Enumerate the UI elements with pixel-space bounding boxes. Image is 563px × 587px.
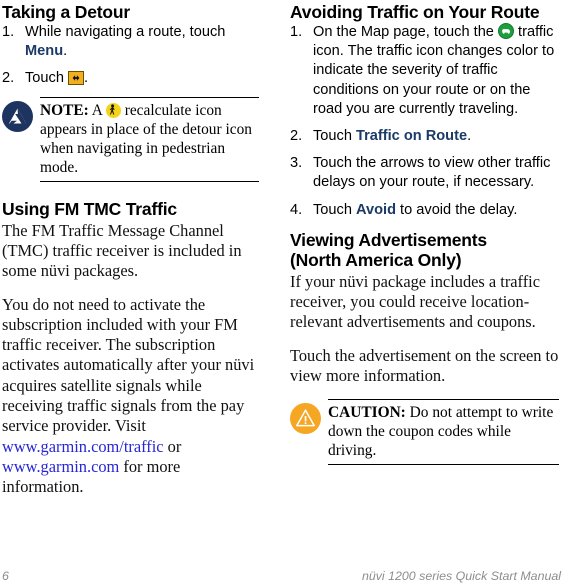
step-text-before: On the Map page, touch the [313, 24, 498, 40]
note-icon-wrap [2, 97, 40, 132]
page-footer: 6 nüvi 1200 series Quick Start Manual [0, 569, 563, 583]
fm-tmc-paragraph-1: The FM Traffic Message Channel (TMC) tra… [2, 220, 242, 281]
step-text: On the Map page, touch the traffic icon.… [313, 23, 559, 119]
left-column: Taking a Detour 1. While navigating a ro… [0, 0, 267, 510]
two-column-layout: Taking a Detour 1. While navigating a ro… [0, 0, 563, 510]
note-text-before: A [88, 101, 106, 119]
note-callout: NOTE: A recalculate icon appears in plac… [2, 96, 259, 182]
fm-tmc-paragraph-2: You do not need to activate the subscrip… [2, 295, 259, 498]
step-text: Touch Avoid to avoid the delay. [313, 201, 559, 220]
step-text-after: . [84, 70, 89, 87]
detour-icon [68, 71, 84, 86]
advertisements-paragraph-1: If your nüvi package includes a traffic … [290, 271, 541, 332]
step-text: Touch the arrows to view other traffic d… [313, 155, 551, 191]
step-text-after: to avoid the delay. [396, 201, 518, 218]
caution-icon [290, 403, 321, 435]
section-heading-avoiding-traffic: Avoiding Traffic on Your Route [290, 2, 540, 22]
section-heading-viewing-advertisements: Viewing Advertisements (North America Onl… [290, 230, 559, 270]
manual-title-footer: nüvi 1200 series Quick Start Manual [361, 569, 561, 583]
step-number: 4. [290, 201, 303, 218]
caution-text-block: CAUTION: Do not attempt to write down th… [328, 399, 559, 466]
step-text-before: Touch [313, 128, 356, 145]
garmin-note-icon [2, 100, 33, 132]
step-text-after: . [467, 128, 472, 145]
right-column: Avoiding Traffic on Your Route 1. On the… [290, 0, 561, 510]
caution-icon-wrap [290, 399, 328, 435]
list-item: 2. Touch . [2, 69, 259, 88]
list-item: 1. While navigating a route, touch Menu. [2, 23, 259, 61]
link-garmin-com[interactable]: www.garmin.com [2, 457, 119, 476]
step-text: Touch . [25, 69, 259, 88]
section-heading-taking-a-detour: Taking a Detour [2, 2, 130, 22]
traffic-icon [497, 23, 514, 39]
section-heading-using-fm-tmc-traffic: Using FM TMC Traffic [2, 198, 177, 219]
manual-page: Taking a Detour 1. While navigating a ro… [0, 0, 563, 587]
note-label: NOTE: [40, 101, 89, 119]
pedestrian-icon [105, 102, 121, 118]
step-text-after: . [63, 43, 68, 60]
caution-callout: CAUTION: Do not attempt to write down th… [290, 399, 559, 466]
step-number: 2. [290, 128, 303, 145]
link-garmin-traffic[interactable]: www.garmin.com/traffic [2, 437, 164, 456]
step-number: 2. [2, 70, 15, 87]
avoid-traffic-steps-list: 1. On the Map page, touch the traffic ic… [290, 23, 559, 220]
ui-term-menu: Menu [25, 43, 64, 60]
list-item: 3. Touch the arrows to view other traffi… [290, 154, 559, 192]
step-text: While navigating a route, touch Menu. [25, 23, 259, 61]
ui-term-traffic-on-route: Traffic on Route [356, 128, 468, 145]
step-text-before: Touch [313, 201, 356, 218]
step-number: 3. [290, 155, 303, 172]
list-item: 4. Touch Avoid to avoid the delay. [290, 201, 559, 220]
step-text-before: While navigating a route, touch [25, 24, 226, 40]
ui-term-avoid: Avoid [356, 201, 396, 218]
heading-line-1: Viewing Advertisements [290, 229, 487, 250]
step-text-before: Touch [25, 70, 68, 87]
advertisements-paragraph-2: Touch the advertisement on the screen to… [290, 345, 559, 386]
page-number: 6 [2, 569, 9, 583]
detour-steps-list: 1. While navigating a route, touch Menu.… [2, 23, 259, 89]
note-text-block: NOTE: A recalculate icon appears in plac… [40, 96, 259, 182]
step-text: Touch Traffic on Route. [313, 127, 559, 146]
step-number: 1. [2, 24, 15, 40]
list-item: 2. Touch Traffic on Route. [290, 127, 559, 146]
caution-label: CAUTION: [328, 404, 406, 422]
list-item: 1. On the Map page, touch the traffic ic… [290, 23, 559, 119]
heading-line-2: (North America Only) [290, 249, 462, 270]
paragraph-part-2: or [163, 436, 182, 456]
paragraph-part-1: You do not need to activate the subscrip… [2, 294, 255, 436]
step-number: 1. [290, 24, 303, 40]
